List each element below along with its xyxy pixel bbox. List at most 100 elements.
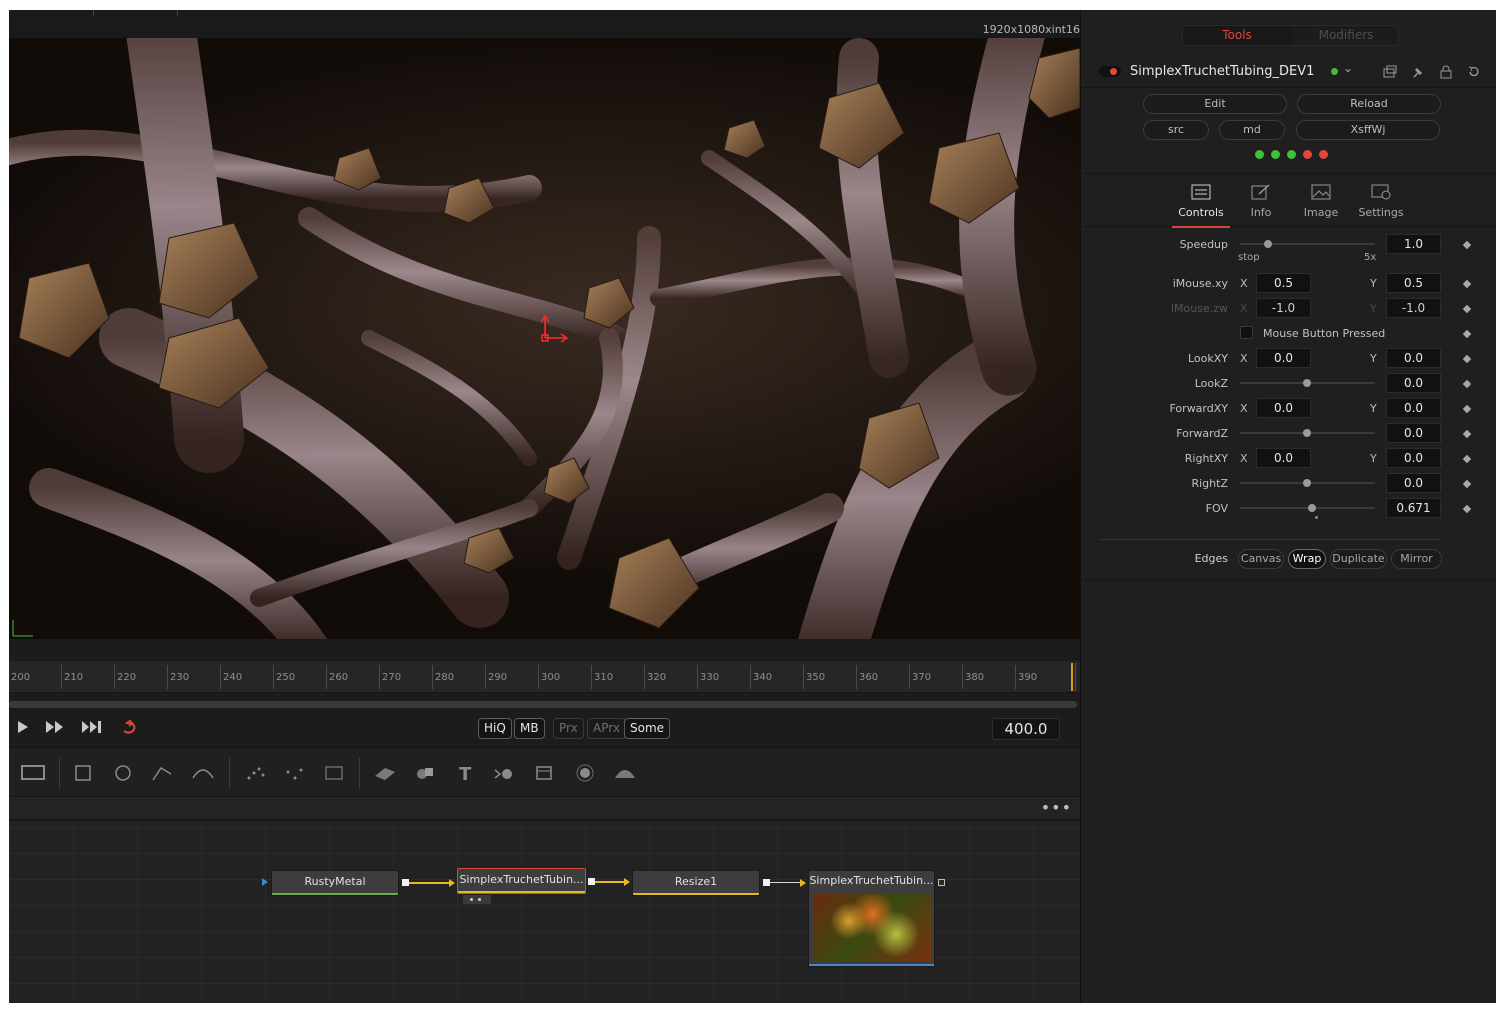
play-icon[interactable]: [17, 720, 29, 738]
go-to-end-icon[interactable]: [81, 720, 103, 738]
forwardxy-x-field[interactable]: 0.0: [1256, 398, 1311, 418]
loop-icon[interactable]: [120, 719, 142, 740]
output-port[interactable]: [763, 879, 770, 886]
shape3d-icon[interactable]: [371, 760, 399, 786]
time-scrollbar[interactable]: [9, 701, 1077, 708]
more-options-button[interactable]: •••: [1041, 798, 1072, 817]
output-port[interactable]: [402, 879, 409, 886]
keyframe-diamond-icon[interactable]: [1462, 504, 1472, 514]
ellipse-mask-icon[interactable]: [109, 760, 137, 786]
lookz-field[interactable]: 0.0: [1386, 373, 1441, 393]
node-output-thumbnail[interactable]: SimplexTruchetTubin...: [808, 870, 935, 967]
pin-icon[interactable]: [1411, 65, 1425, 79]
image-plane3d-icon[interactable]: [611, 760, 639, 786]
xsffwj-button[interactable]: XsffWj: [1296, 120, 1440, 140]
tab-info[interactable]: Info: [1232, 180, 1290, 226]
bspline-mask-icon[interactable]: [189, 760, 217, 786]
edges-canvas-button[interactable]: Canvas: [1238, 549, 1284, 569]
fov-slider-knob[interactable]: [1308, 504, 1316, 512]
output-port[interactable]: [588, 878, 595, 885]
keyframe-diamond-icon[interactable]: [1462, 304, 1472, 314]
selective-update-toggle[interactable]: Some: [624, 718, 671, 739]
speedup-field[interactable]: 1.0: [1386, 234, 1441, 254]
status-dot: [1271, 150, 1280, 159]
md-button[interactable]: md: [1219, 120, 1285, 140]
keyframe-diamond-icon[interactable]: [1462, 404, 1472, 414]
lookz-slider-knob[interactable]: [1303, 379, 1311, 387]
forwardz-slider-knob[interactable]: [1303, 429, 1311, 437]
tab-settings[interactable]: Settings: [1352, 180, 1410, 226]
forwardz-field[interactable]: 0.0: [1386, 423, 1441, 443]
keyframe-diamond-icon[interactable]: [1462, 279, 1472, 289]
tab-controls[interactable]: Controls: [1172, 180, 1230, 228]
input-arrow-icon: [449, 879, 455, 887]
lookxy-x-field[interactable]: 0.0: [1256, 348, 1311, 368]
polygon-mask-icon[interactable]: [149, 760, 177, 786]
hiq-toggle[interactable]: HiQ: [478, 718, 512, 739]
edges-mirror-button[interactable]: Mirror: [1391, 549, 1442, 569]
rectangle-mask-icon[interactable]: [69, 760, 97, 786]
rightz-slider-knob[interactable]: [1303, 479, 1311, 487]
particle-emitter-icon[interactable]: [241, 760, 269, 786]
speedup-slider[interactable]: [1240, 243, 1375, 245]
keyframe-diamond-icon[interactable]: [1462, 354, 1472, 364]
imouse-z-field[interactable]: -1.0: [1256, 298, 1311, 318]
tab-tools[interactable]: Tools: [1183, 26, 1291, 45]
status-dot: [1319, 150, 1328, 159]
particle-merge-icon[interactable]: [321, 760, 349, 786]
current-time-field[interactable]: 400.0: [992, 718, 1060, 740]
src-button[interactable]: src: [1143, 120, 1209, 140]
camera3d-icon[interactable]: [491, 760, 519, 786]
tool-enable-toggle[interactable]: [1099, 66, 1121, 77]
keyframe-diamond-icon[interactable]: [1462, 240, 1472, 250]
light3d-icon[interactable]: [571, 760, 599, 786]
mouse-pressed-checkbox[interactable]: [1240, 326, 1253, 339]
renderer3d-icon[interactable]: [531, 760, 559, 786]
fov-field[interactable]: 0.671: [1386, 498, 1441, 518]
forwardxy-label: ForwardXY: [1169, 402, 1229, 415]
lookxy-y-field[interactable]: 0.0: [1386, 348, 1441, 368]
keyframe-diamond-icon[interactable]: [1462, 429, 1472, 439]
keyframe-diamond-icon[interactable]: [1462, 454, 1472, 464]
edges-duplicate-button[interactable]: Duplicate: [1330, 549, 1387, 569]
ruler-tick: [750, 665, 751, 689]
rightz-field[interactable]: 0.0: [1386, 473, 1441, 493]
merge3d-icon[interactable]: [411, 760, 439, 786]
reset-icon[interactable]: [1467, 65, 1481, 79]
imouse-w-field[interactable]: -1.0: [1386, 298, 1441, 318]
viewer-canvas[interactable]: [9, 38, 1080, 639]
keyframe-diamond-icon[interactable]: [1462, 479, 1472, 489]
imouse-x-field[interactable]: 0.5: [1256, 273, 1311, 293]
tab-image[interactable]: Image: [1292, 180, 1350, 226]
tab-modifiers[interactable]: Modifiers: [1292, 26, 1398, 45]
playhead[interactable]: [1071, 663, 1073, 691]
motion-blur-toggle[interactable]: MB: [514, 718, 545, 739]
node-simplex-truchet[interactable]: SimplexTruchetTubin...: [457, 868, 586, 894]
edges-wrap-button[interactable]: Wrap: [1288, 549, 1326, 569]
proxy-toggle[interactable]: Prx: [553, 718, 584, 739]
edit-button[interactable]: Edit: [1143, 94, 1287, 114]
reload-button[interactable]: Reload: [1297, 94, 1441, 114]
speedup-slider-knob[interactable]: [1264, 240, 1272, 248]
lock-icon[interactable]: [1439, 65, 1453, 79]
chevron-down-icon[interactable]: ⌄: [1343, 61, 1353, 75]
fast-forward-icon[interactable]: [45, 720, 65, 738]
background-tool-icon[interactable]: [19, 760, 47, 786]
time-ruler[interactable]: 200 210 220 230 240 250 260 270 280 290 …: [9, 661, 1080, 693]
tool-color-dot[interactable]: [1331, 68, 1338, 75]
node-resize1[interactable]: Resize1: [632, 870, 760, 896]
rightxy-x-field[interactable]: 0.0: [1256, 448, 1311, 468]
particle-render-icon[interactable]: [281, 760, 309, 786]
imouse-y-field[interactable]: 0.5: [1386, 273, 1441, 293]
node-editor[interactable]: RustyMetal SimplexTruchetTubin... Resize…: [9, 821, 1080, 1003]
keyframe-diamond-icon[interactable]: [1462, 329, 1472, 339]
forwardxy-y-field[interactable]: 0.0: [1386, 398, 1441, 418]
rightxy-y-field[interactable]: 0.0: [1386, 448, 1441, 468]
version-icon[interactable]: [1383, 65, 1397, 79]
keyframe-diamond-icon[interactable]: [1462, 379, 1472, 389]
node-rustymetal[interactable]: RustyMetal: [271, 870, 399, 896]
section-divider: [1081, 579, 1496, 580]
text3d-icon[interactable]: T: [451, 760, 479, 786]
auto-proxy-toggle[interactable]: APrx: [587, 718, 626, 739]
output-port[interactable]: [938, 879, 945, 886]
